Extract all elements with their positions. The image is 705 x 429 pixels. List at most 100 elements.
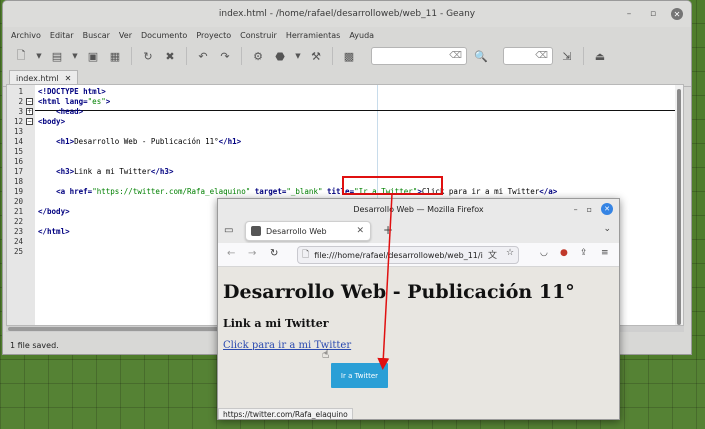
navigation-bar: ← → ↻ 🗋 file:///home/rafael/desarrollowe… [218,243,619,267]
code-token: </h3> [150,167,174,176]
fold-marker-icon[interactable]: − [26,118,33,125]
undo-icon[interactable]: ↶ [195,48,211,64]
browser-tab-title: Desarrollo Web [266,226,327,236]
code-line: <h3>Link a mi Twitter</h3> [38,167,173,176]
scroll-thumb[interactable] [677,89,681,325]
save-icon[interactable]: ▣ [85,48,101,64]
line-number: 1 [18,87,23,96]
quit-icon[interactable]: ⏏ [592,48,608,64]
color-chooser-icon[interactable]: ▩ [341,48,357,64]
goto-line-input[interactable]: ⌫ [503,47,553,65]
translate-icon[interactable]: 文 [488,248,497,261]
clear-icon[interactable]: ⌫ [449,51,462,61]
page-icon: 🗋 [302,250,310,260]
toolbar-separator [583,47,584,65]
new-file-icon[interactable]: 🗋 [13,48,29,64]
vertical-scrollbar[interactable] [675,85,683,325]
chevron-down-icon[interactable]: ▼ [35,48,43,64]
menu-item[interactable]: Construir [240,31,277,40]
forward-icon[interactable]: → [248,248,256,259]
menu-icon[interactable]: ≡ [601,248,609,258]
code-token: "_blank" [286,187,323,196]
goto-icon[interactable]: ⇲ [559,48,575,64]
annotation-highlight-box [342,176,443,195]
firefox-titlebar[interactable]: Desarrollo Web — Mozilla Firefox – ▫ ✕ [218,199,619,219]
minimize-button[interactable]: – [574,205,578,214]
browser-tab[interactable]: Desarrollo Web ✕ [245,221,371,241]
code-token: <body [38,117,61,126]
maximize-button[interactable]: ▫ [647,8,659,20]
share-icon[interactable]: ⇪ [580,248,588,258]
code-line: <h1>Desarrollo Web - Publicación 11°</h1… [38,137,241,146]
code-token: <!DOCTYPE html> [38,87,106,96]
menu-item[interactable]: Ver [119,31,132,40]
compile-icon[interactable]: ⚙ [250,48,266,64]
line-number: 17 [13,167,23,176]
chevron-down-icon[interactable]: ⌄ [603,224,611,234]
tab-list-icon[interactable]: ▭ [224,225,233,236]
chevron-down-icon[interactable]: ▼ [71,48,79,64]
chevron-down-icon[interactable]: ▼ [294,48,302,64]
clear-icon[interactable]: ⌫ [535,51,548,61]
menu-item[interactable]: Documento [141,31,187,40]
menu-item[interactable]: Proyecto [196,31,231,40]
line-number: 22 [13,217,23,226]
close-button[interactable]: ✕ [671,8,683,20]
close-tab-icon[interactable]: ✕ [65,74,72,83]
link-tooltip: Ir a Twitter [331,363,388,388]
menu-item[interactable]: Archivo [11,31,41,40]
code-token: <a href= [56,187,93,196]
bookmark-star-icon[interactable]: ☆ [506,248,514,258]
line-number: 23 [13,227,23,236]
menu-item[interactable]: Herramientas [286,31,341,40]
reload-icon[interactable]: ↻ [270,248,278,259]
line-number: 2 [18,97,23,106]
search-input[interactable]: ⌫ [371,47,467,65]
code-line: <a href="https://twitter.com/Rafa_elaqui… [38,187,557,196]
menu-item[interactable]: Buscar [83,31,110,40]
menu-item[interactable]: Editar [50,31,74,40]
new-tab-icon[interactable]: + [383,223,393,237]
menu-item[interactable]: Ayuda [349,31,374,40]
code-token: Link a mi Twitter [74,167,151,176]
save-all-icon[interactable]: ▦ [107,48,123,64]
fold-marker-icon[interactable]: − [26,98,33,105]
code-token: > [60,117,66,126]
twitter-link[interactable]: Click para ir a mi Twitter [223,340,351,351]
line-number: 14 [13,137,23,146]
close-file-icon[interactable]: ✖ [162,48,178,64]
code-token: </body> [38,207,70,216]
close-tab-icon[interactable]: ✕ [356,226,364,236]
extension-icon[interactable]: ● [560,248,568,258]
geany-title: index.html - /home/rafael/desarrolloweb/… [218,9,476,19]
fold-marker-icon[interactable]: + [26,108,33,115]
geany-titlebar[interactable]: index.html - /home/rafael/desarrolloweb/… [3,1,691,27]
code-token: <h1> [56,137,75,146]
maximize-button[interactable]: ▫ [587,205,592,214]
reload-icon[interactable]: ↻ [140,48,156,64]
toolbar-separator [332,47,333,65]
code-token: Desarrollo Web - Publicación 11° [74,137,219,146]
line-number: 19 [13,187,23,196]
minimize-button[interactable]: – [623,8,635,20]
build-icon[interactable]: ⬣ [272,48,288,64]
redo-icon[interactable]: ↷ [217,48,233,64]
line-number: 20 [13,197,23,206]
execute-icon[interactable]: ⚒ [308,48,324,64]
url-text: file:///home/rafael/desarrolloweb/web_11… [314,250,483,260]
code-token: </a> [539,187,558,196]
code-token: </html> [38,227,70,236]
search-icon[interactable]: 🔍 [473,48,489,64]
url-bar[interactable]: 🗋 file:///home/rafael/desarrolloweb/web_… [297,246,519,264]
close-button[interactable]: ✕ [601,203,613,215]
code-token: "https://twitter.com/Rafa_elaquino" [92,187,251,196]
line-number: 15 [13,147,23,156]
pocket-icon[interactable]: ◡ [540,248,548,258]
code-token: <head> [56,107,84,116]
open-folder-icon[interactable]: ▤ [49,48,65,64]
line-number: 16 [13,157,23,166]
back-icon[interactable]: ← [227,248,235,259]
